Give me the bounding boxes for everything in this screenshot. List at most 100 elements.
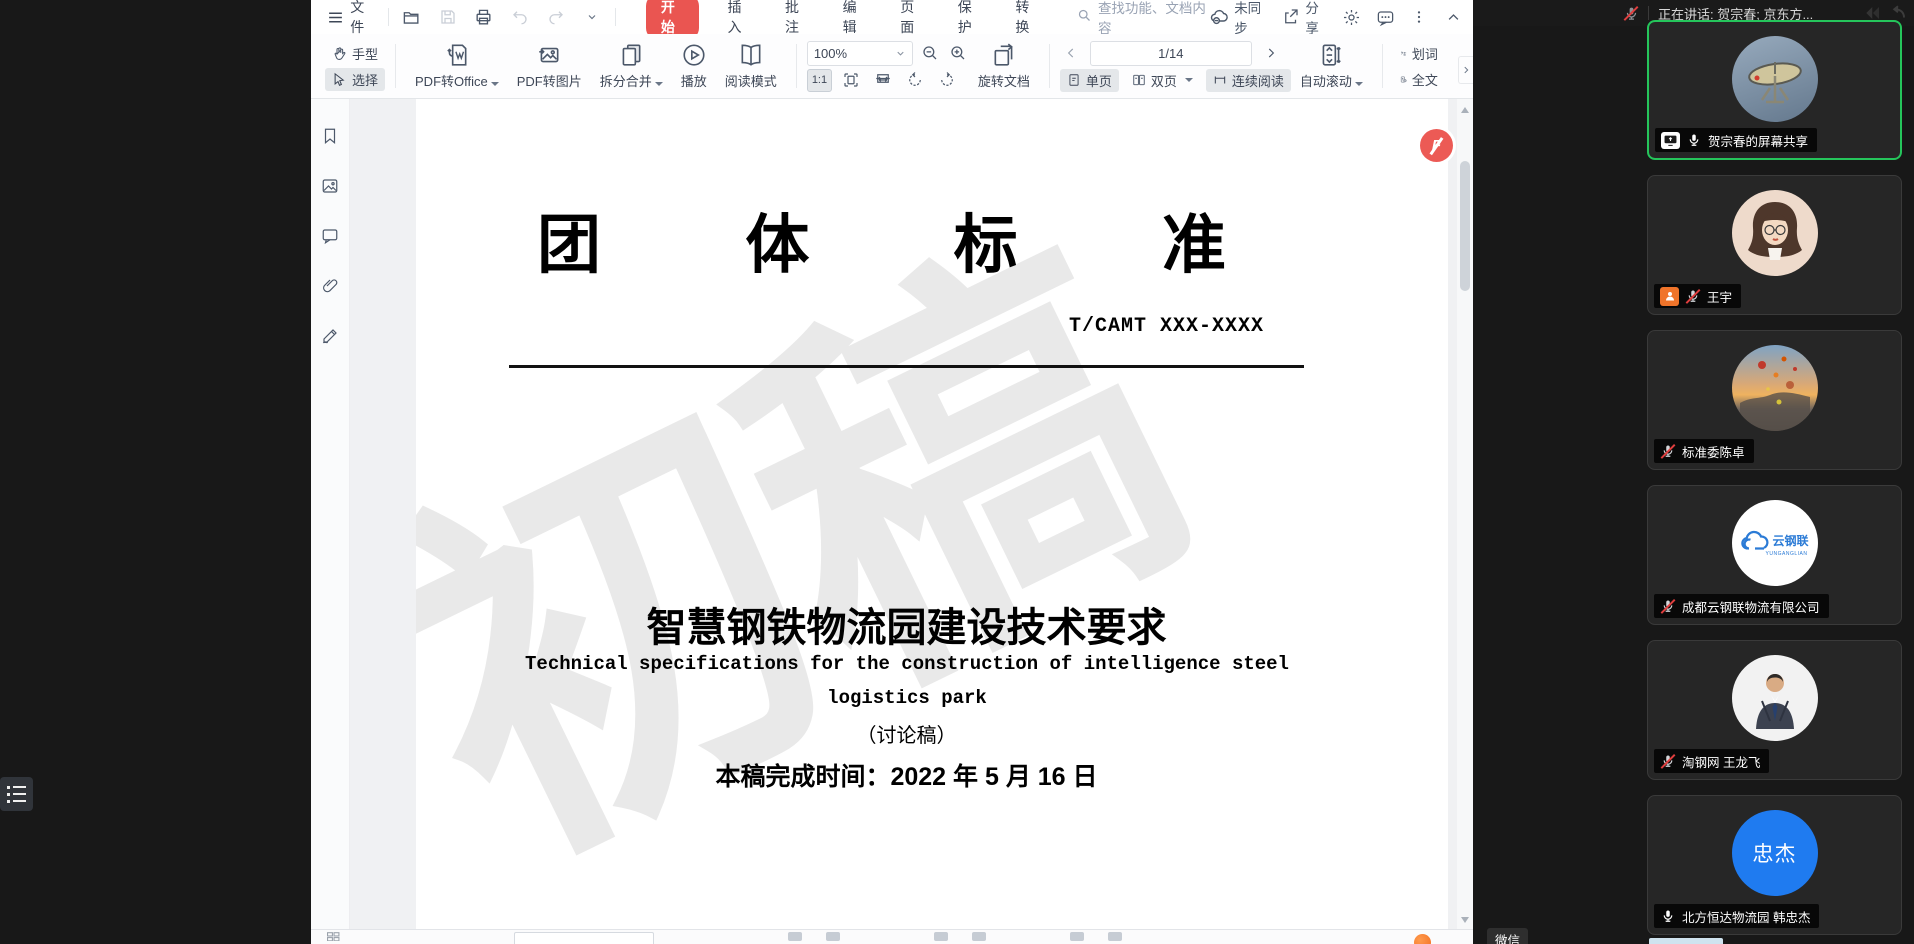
pdf-to-image-button[interactable]: PDF转图片 [508,40,591,92]
self-mic-muted-icon[interactable] [1623,5,1639,21]
toolbar: 手型 选择 PDF转Office PDF转图片 拆分合并 [311,34,1473,99]
previous-page-chevron-icon[interactable] [1060,42,1082,64]
toolbar-expand-button[interactable] [1458,56,1473,84]
scrollbar-thumb[interactable] [1460,161,1470,291]
rotate-right-icon[interactable] [934,70,960,91]
floating-convert-badge[interactable]: F [1420,129,1453,162]
play-button[interactable]: 播放 [672,40,716,92]
participant-tile[interactable]: 标准委陈卓 [1647,330,1902,470]
hamburger-icon [325,6,345,28]
caret-down-icon [1355,82,1363,86]
word-translate-button[interactable]: 划词 [1393,42,1445,65]
search-input[interactable]: 查找功能、文档内容 [1077,0,1209,37]
divider [1648,6,1649,20]
thumbnail-grid-icon[interactable] [327,932,340,941]
statusbar-input-partial[interactable] [514,932,654,944]
undo-icon[interactable] [509,6,531,28]
divider [615,8,616,26]
pdf-to-office-button[interactable]: PDF转Office [406,40,508,92]
document-subtitle-en-line2: logistics park [497,687,1317,709]
save-icon[interactable] [437,6,459,28]
avatar-woman-illustration [1732,190,1818,276]
two-page-button[interactable]: 双页 [1125,69,1200,92]
images-icon[interactable] [321,177,339,200]
sync-status-button[interactable]: 未同步 [1209,0,1268,37]
participant-label: 王宇 [1654,284,1741,308]
continuous-reading-button[interactable]: 连续阅读 [1206,69,1291,92]
completion-date-line: 本稿完成时间：2022 年 5 月 16 日 [509,757,1304,793]
scroll-up-arrow-icon[interactable] [1461,107,1469,113]
kebab-menu-icon[interactable] [1409,6,1429,28]
cloud-logo-icon [1740,530,1770,552]
statusbar-control-partial[interactable] [972,932,986,941]
statusbar-control-partial[interactable] [1070,932,1084,941]
split-merge-button[interactable]: 拆分合并 [591,40,672,92]
scroll-down-arrow-icon[interactable] [1461,917,1469,923]
statusbar-partial [311,929,1473,944]
taskbar-wechat-label[interactable]: 微信 [1487,928,1528,944]
auto-scroll-button[interactable]: 自动滚动 [1291,40,1372,92]
share-button[interactable]: 分享 [1282,0,1327,37]
fulltext-translate-button[interactable]: 全文 [1393,68,1445,91]
participant-tile[interactable]: 忠杰 北方恒达物流园 韩忠杰 [1647,795,1902,935]
file-menu[interactable]: 文件 [325,0,376,37]
participant-name: 标准委陈卓 [1682,442,1745,461]
document-canvas[interactable]: 初稿 团 体 标 准 T/CAMT XXX-XXXX 智慧钢铁物流园建设技术要求… [350,99,1473,929]
participant-name: 北方恒达物流园 韩忠杰 [1682,907,1810,926]
actual-size-button[interactable]: 1:1 [807,69,832,92]
document-subtitle-en-line1: Technical specifications for the constru… [497,653,1317,675]
redo-icon[interactable] [545,6,567,28]
participant-tile[interactable]: 贺宗春的屏幕共享 [1647,20,1902,160]
outline-toggle-button[interactable] [0,777,33,811]
fit-page-icon[interactable] [838,70,864,91]
print-icon[interactable] [473,6,495,28]
search-placeholder: 查找功能、文档内容 [1098,0,1209,37]
participant-tile[interactable]: 淘钢网 王龙飞 [1647,640,1902,780]
participant-label: 淘钢网 王龙飞 [1654,749,1769,773]
statusbar-control-partial[interactable] [826,932,840,941]
mic-muted-icon [1660,753,1676,769]
app-logo-partial [1414,934,1431,944]
bookmarks-icon[interactable] [321,127,339,150]
more-history-chevron-icon[interactable] [581,6,603,28]
zoom-in-icon[interactable] [947,42,969,64]
rotate-left-icon[interactable] [902,70,928,91]
select-tool-button[interactable]: 选择 [325,68,385,91]
attachments-icon[interactable] [321,277,339,300]
zoom-select[interactable]: 100% [807,41,913,66]
company-logo-text: 云钢联 [1772,532,1808,549]
divider [1049,44,1050,88]
mic-on-icon [1660,908,1676,924]
statusbar-control-partial[interactable] [934,932,948,941]
next-page-chevron-icon[interactable] [1260,42,1282,64]
participant-tile[interactable]: 王宇 [1647,175,1902,315]
vertical-scrollbar[interactable] [1457,99,1473,929]
company-logo-subtext: YUNGANGLIAN [1766,551,1808,557]
fit-width-icon[interactable] [870,70,896,91]
hand-tool-button[interactable]: 手型 [325,42,385,65]
comments-icon[interactable] [321,227,339,250]
caret-down-icon [1185,78,1193,82]
participant-tile[interactable]: 云钢联 YUNGANGLIAN 成都云钢联物流有限公司 [1647,485,1902,625]
participant-label: 标准委陈卓 [1654,439,1754,463]
page-number-input[interactable]: 1/14 [1090,41,1252,66]
collapse-ribbon-chevron-icon[interactable] [1443,6,1463,28]
mic-muted-icon [1685,288,1701,304]
feedback-chat-icon[interactable] [1375,6,1395,28]
single-page-button[interactable]: 单页 [1060,69,1119,92]
standard-type-heading: 团 体 标 准 [509,209,1304,283]
signature-icon[interactable] [321,327,339,350]
reading-mode-button[interactable]: 阅读模式 [716,40,786,92]
participants-list: 贺宗春的屏幕共享 王宇 [1647,20,1904,944]
file-menu-label: 文件 [350,0,376,37]
taskbar-thumbnail-partial[interactable] [1649,938,1723,944]
participant-name: 贺宗春的屏幕共享 [1708,131,1808,150]
statusbar-control-partial[interactable] [788,932,802,941]
pdf-app-window: 文件 [311,0,1473,944]
settings-gear-icon[interactable] [1342,6,1362,28]
rotate-document-button[interactable]: 旋转文档 [969,40,1039,92]
zoom-out-icon[interactable] [919,42,941,64]
open-file-icon[interactable] [401,6,423,28]
participant-name: 淘钢网 王龙飞 [1682,752,1760,771]
statusbar-control-partial[interactable] [1108,932,1122,941]
